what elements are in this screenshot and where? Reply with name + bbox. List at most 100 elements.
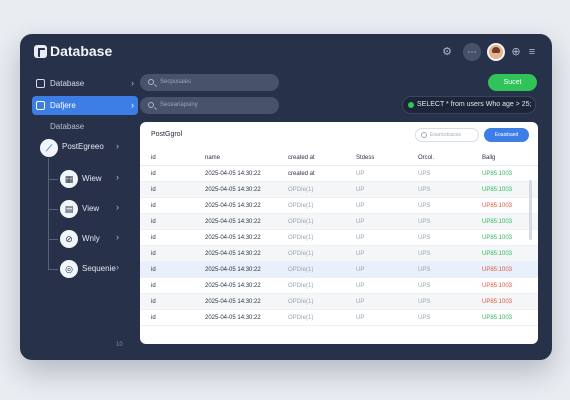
column-header[interactable]: name bbox=[205, 150, 220, 166]
column-header[interactable]: Orcol. bbox=[418, 150, 434, 166]
cell-order: UPS bbox=[418, 267, 431, 273]
cell-order: UPS bbox=[418, 283, 431, 289]
search-placeholder: Secpusaies bbox=[160, 79, 192, 85]
cell-badge: UP85:1003 bbox=[482, 219, 513, 225]
table-row[interactable]: id 2025-04-05 14:30:22 OPDIe(1) UP UPS U… bbox=[140, 198, 538, 214]
filter-placeholder: Seceariapsiny bbox=[160, 102, 198, 108]
cell-name: 2025-04-05 14:30:22 bbox=[205, 315, 261, 321]
table-row-selected[interactable]: id 2025-04-05 14:30:22 OPDIe(1) UP UPS U… bbox=[140, 262, 538, 278]
query-input[interactable]: SELECT * from users Who age > 25; bbox=[402, 96, 536, 114]
cell-created: OPDIe(1) bbox=[288, 267, 314, 273]
cell-name: 2025-04-05 14:30:22 bbox=[205, 203, 261, 209]
tree-item-label[interactable]: Wiew bbox=[82, 174, 102, 183]
cell-order: UPS bbox=[418, 187, 431, 193]
search-input[interactable]: Secpusaies bbox=[140, 74, 279, 91]
column-header[interactable]: id bbox=[151, 150, 156, 166]
gear-icon[interactable]: ◎ bbox=[60, 260, 78, 278]
menu-icon[interactable]: ≡ bbox=[525, 45, 539, 59]
cell-order: UPS bbox=[418, 235, 431, 241]
chevron-right-icon[interactable]: › bbox=[116, 172, 119, 182]
cell-id: id bbox=[151, 299, 156, 305]
status-dot-icon bbox=[408, 102, 414, 108]
cell-status: UP bbox=[356, 219, 365, 225]
chat-icon[interactable]: ⋯ bbox=[463, 43, 481, 61]
cell-status: UP bbox=[356, 267, 365, 273]
table-row[interactable]: id 2025-04-05 14:30:22 OPDIe(1) UP UPS U… bbox=[140, 294, 538, 310]
filter-input[interactable]: Seceariapsiny bbox=[140, 97, 279, 114]
cell-status: UP bbox=[356, 187, 365, 193]
grid-icon[interactable]: ▦ bbox=[60, 170, 78, 188]
cell-order: UPS bbox=[418, 251, 431, 257]
avatar[interactable] bbox=[487, 43, 505, 61]
postgres-connection-icon[interactable]: ⟋ bbox=[40, 139, 58, 157]
search-icon bbox=[148, 102, 154, 108]
column-header[interactable]: Ballg bbox=[482, 150, 495, 166]
table-row[interactable]: id 2025-04-05 14:30:22 OPDIe(1) UP UPS U… bbox=[140, 246, 538, 262]
cell-name: 2025-04-05 14:30:22 bbox=[205, 171, 261, 177]
cell-badge: UP85:1003 bbox=[482, 235, 513, 241]
chevron-right-icon[interactable]: › bbox=[116, 202, 119, 212]
cell-order: UPS bbox=[418, 299, 431, 305]
cell-name: 2025-04-05 14:30:22 bbox=[205, 299, 261, 305]
tree-connector bbox=[48, 179, 58, 180]
database-icon bbox=[36, 79, 45, 88]
connection-label[interactable]: PostEgreeo bbox=[62, 142, 104, 151]
table-row[interactable]: id 2025-04-05 14:30:22 OPDIe(1) UP UPS U… bbox=[140, 230, 538, 246]
cell-status: UP bbox=[356, 203, 365, 209]
cell-badge: UP85:1003 bbox=[482, 187, 513, 193]
cell-status: UP bbox=[356, 171, 365, 177]
cell-created: OPDIe(1) bbox=[288, 315, 314, 321]
cell-name: 2025-04-05 14:30:22 bbox=[205, 283, 261, 289]
cell-order: UPS bbox=[418, 315, 431, 321]
cell-badge: UP85:1003 bbox=[482, 315, 513, 321]
gear-icon[interactable]: ⚙ bbox=[440, 45, 454, 59]
sidebar-item-database[interactable]: Database › bbox=[32, 74, 138, 93]
tree-connector bbox=[48, 239, 58, 240]
run-button[interactable]: Sucet bbox=[488, 74, 537, 91]
column-header[interactable]: created at bbox=[288, 150, 315, 166]
cell-status: UP bbox=[356, 299, 365, 305]
table-row[interactable]: id 2025-04-05 14:30:22 OPDIe(1) UP UPS U… bbox=[140, 214, 538, 230]
cell-badge: UP85:1003 bbox=[482, 171, 513, 177]
list-icon[interactable]: ▤ bbox=[60, 200, 78, 218]
column-header[interactable]: Stdess bbox=[356, 150, 374, 166]
cell-id: id bbox=[151, 203, 156, 209]
tree-connector bbox=[48, 269, 58, 270]
results-panel: PostGgrol Eoaricstcacss Eoaisbaed id nam… bbox=[140, 122, 538, 344]
cell-name: 2025-04-05 14:30:22 bbox=[205, 267, 261, 273]
table-scrollbar[interactable] bbox=[529, 180, 532, 240]
compass-icon[interactable]: ⊕ bbox=[509, 45, 523, 59]
sidebar-item-dafjere[interactable]: Dafjere › bbox=[32, 96, 138, 115]
table-row[interactable]: id 2025-04-05 14:30:22 OPDIe(1) UP UPS U… bbox=[140, 278, 538, 294]
tree-item-label[interactable]: Sequenie bbox=[82, 264, 116, 273]
tree-item-label[interactable]: View bbox=[82, 204, 99, 213]
sidebar-item-database-section[interactable]: Database bbox=[32, 117, 138, 136]
sidebar-item-label: Dafjere bbox=[50, 101, 76, 110]
table-row[interactable]: id 2025-04-05 14:30:22 OPDIe(1) UP UPS U… bbox=[140, 182, 538, 198]
cell-status: UP bbox=[356, 283, 365, 289]
tree-item-label[interactable]: Wnly bbox=[82, 234, 100, 243]
query-text: SELECT * from users Who age > 25; bbox=[417, 101, 532, 108]
top-bar: Database ⚙ ⋯ ⊕ ≡ bbox=[20, 34, 552, 70]
app-title: Database bbox=[50, 43, 113, 59]
chevron-right-icon[interactable]: › bbox=[116, 262, 119, 272]
cell-created: OPDIe(1) bbox=[288, 251, 314, 257]
link-icon[interactable]: ⊘ bbox=[60, 230, 78, 248]
cell-created: OPDIe(1) bbox=[288, 187, 314, 193]
cell-name: 2025-04-05 14:30:22 bbox=[205, 251, 261, 257]
cell-id: id bbox=[151, 171, 156, 177]
table-row[interactable]: id 2025-04-05 14:30:22 OPDIe(1) UP UPS U… bbox=[140, 310, 538, 326]
chevron-right-icon[interactable]: › bbox=[116, 141, 119, 151]
cell-status: UP bbox=[356, 315, 365, 321]
cell-id: id bbox=[151, 283, 156, 289]
cell-created: OPDIe(1) bbox=[288, 299, 314, 305]
chevron-right-icon[interactable]: › bbox=[116, 232, 119, 242]
panel-action-button[interactable]: Eoaisbaed bbox=[484, 128, 529, 142]
cell-created: OPDIe(1) bbox=[288, 283, 314, 289]
table-row[interactable]: id 2025-04-05 14:30:22 created at UP UPS… bbox=[140, 166, 538, 182]
cell-badge: UP85:1003 bbox=[482, 299, 513, 305]
cell-created: created at bbox=[288, 171, 315, 177]
panel-filter-input[interactable]: Eoaricstcacss bbox=[415, 128, 479, 142]
cell-status: UP bbox=[356, 235, 365, 241]
cell-name: 2025-04-05 14:30:22 bbox=[205, 219, 261, 225]
